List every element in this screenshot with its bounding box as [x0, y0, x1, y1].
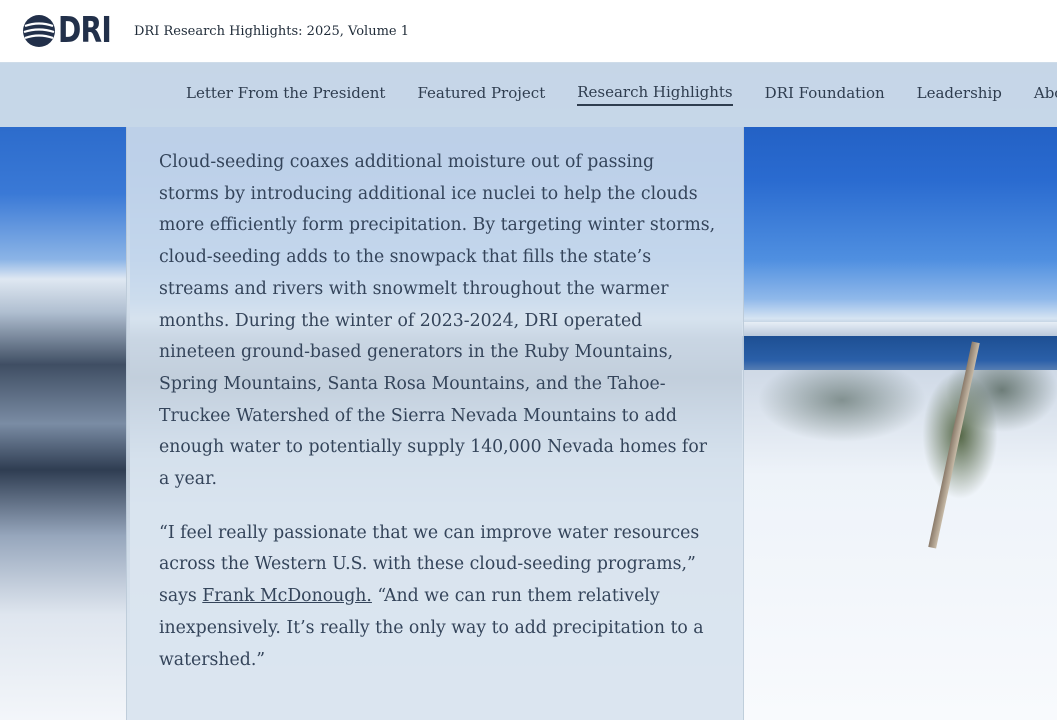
- nav-item-featured-project[interactable]: Featured Project: [417, 84, 545, 105]
- paragraph-quote: “I feel really passionate that we can im…: [159, 518, 719, 677]
- site-title: DRI Research Highlights: 2025, Volume 1: [134, 23, 410, 39]
- nav-items: Letter From the President Featured Proje…: [186, 62, 1057, 127]
- logo-wordmark: DRI: [58, 10, 112, 51]
- nav-item-leadership[interactable]: Leadership: [917, 84, 1002, 105]
- content-panel: Cloud-seeding coaxes additional moisture…: [126, 127, 744, 720]
- background-left-mountains: [0, 62, 130, 720]
- article-body: Cloud-seeding coaxes additional moisture…: [159, 147, 719, 698]
- main-nav: Letter From the President Featured Proje…: [0, 62, 1057, 127]
- site-header: DRI DRI Research Highlights: 2025, Volum…: [0, 0, 1057, 63]
- nav-item-about[interactable]: Abo: [1034, 84, 1057, 105]
- frank-mcdonough-link[interactable]: Frank McDonough.: [202, 586, 372, 606]
- nav-item-research-highlights[interactable]: Research Highlights: [577, 83, 733, 106]
- nav-item-dri-foundation[interactable]: DRI Foundation: [765, 84, 885, 105]
- dri-logo[interactable]: DRI: [22, 13, 120, 49]
- nav-item-letter-from-the-president[interactable]: Letter From the President: [186, 84, 385, 105]
- page: DRI DRI Research Highlights: 2025, Volum…: [0, 0, 1057, 720]
- paragraph-cloud-seeding: Cloud-seeding coaxes additional moisture…: [159, 152, 716, 490]
- globe-icon: [23, 15, 55, 47]
